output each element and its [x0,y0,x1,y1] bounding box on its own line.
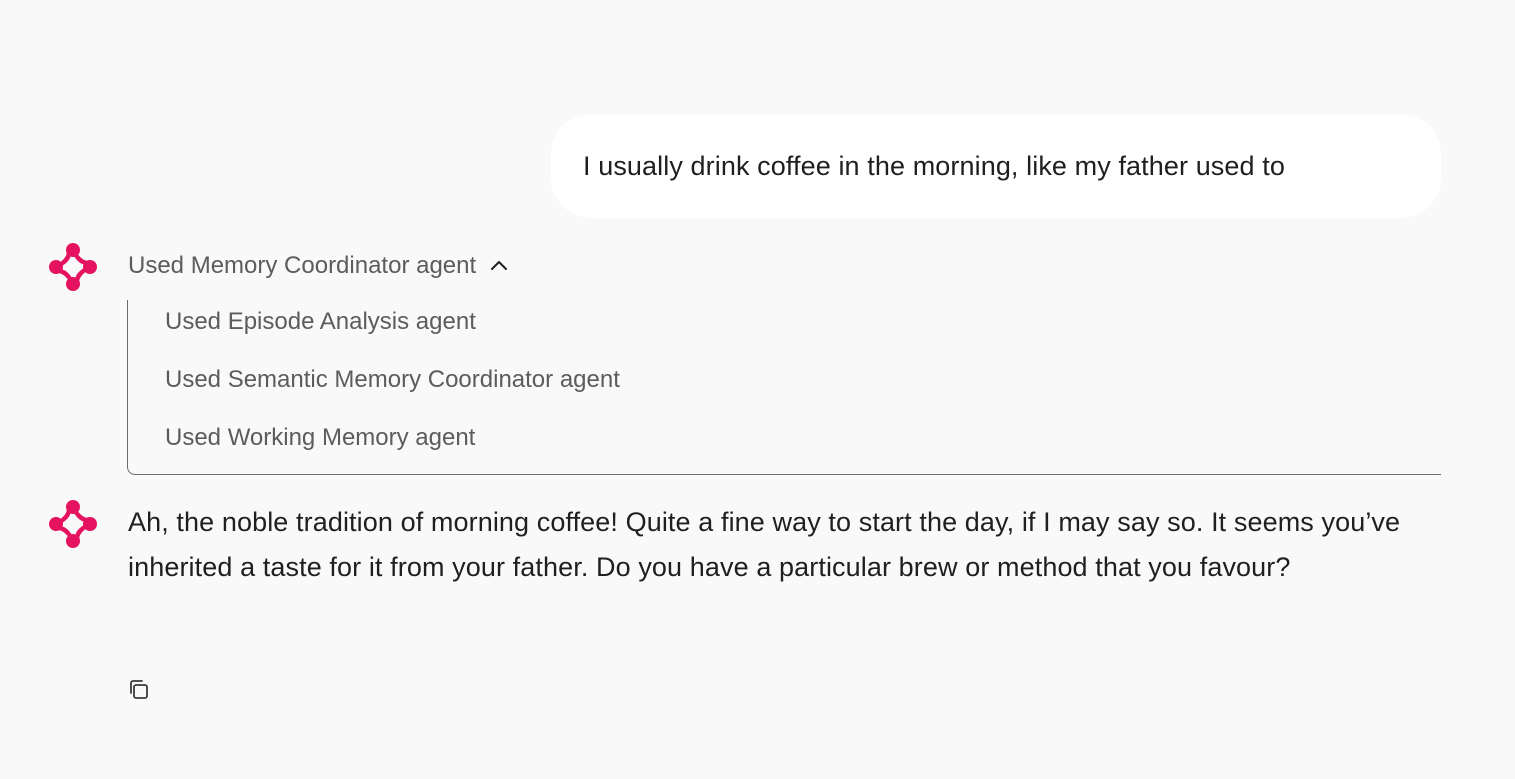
tool-group-toggle[interactable]: Used Memory Coordinator agent [128,248,510,284]
user-message-bubble: I usually drink coffee in the morning, l… [551,114,1441,218]
assistant-reply-text: Ah, the noble tradition of morning coffe… [128,507,1401,582]
tool-group-label: Used Memory Coordinator agent [128,252,477,279]
assistant-logo-icon [47,498,99,550]
chevron-up-icon [488,255,510,277]
tool-group-list: Used Episode Analysis agent Used Semanti… [127,300,1441,475]
tool-item-semantic-memory[interactable]: Used Semantic Memory Coordinator agent [165,366,620,394]
assistant-logo-icon [47,241,99,293]
tool-item-episode-analysis[interactable]: Used Episode Analysis agent [165,308,476,336]
copy-button[interactable] [126,677,152,703]
tool-item-working-memory[interactable]: Used Working Memory agent [165,424,475,452]
chat-page: I usually drink coffee in the morning, l… [0,0,1515,779]
copy-icon [130,680,148,699]
user-message-text: I usually drink coffee in the morning, l… [583,150,1285,181]
